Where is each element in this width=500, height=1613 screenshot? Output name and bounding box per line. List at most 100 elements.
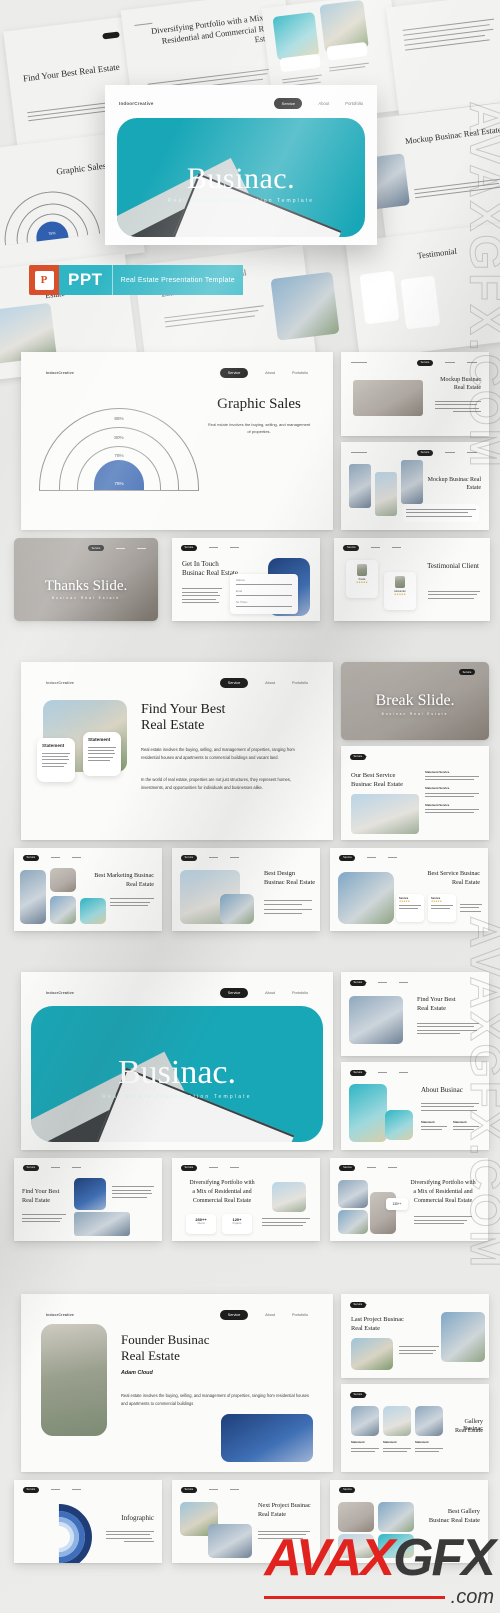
nav-item-service[interactable]: Service	[180, 854, 197, 861]
about-photo-2	[385, 1110, 413, 1140]
gallery-photo-3	[415, 1406, 443, 1436]
nav-logo: IndoorCreative	[45, 990, 75, 995]
slide-title-2: Real Estate	[351, 1325, 380, 1332]
founder-name: Adam Cloud	[121, 1370, 153, 1376]
gallery-photo-1	[338, 1502, 374, 1532]
slide-title-2: Businac Real Estate	[428, 1517, 480, 1524]
mockup-image	[353, 380, 423, 416]
nav-item-service[interactable]: Service	[417, 359, 433, 366]
form-field-address[interactable]: Address	[236, 579, 292, 582]
gallery-caption-3: Statement	[415, 1440, 429, 1444]
cover-title: Businac.	[117, 1054, 237, 1091]
nav-item-about[interactable]: About	[265, 1313, 275, 1317]
nav-item-service[interactable]: Service	[349, 753, 366, 760]
nav-item-service[interactable]: Service	[349, 979, 366, 986]
nav-item-portofolio[interactable]: Portofolio	[292, 1313, 308, 1317]
nav-item-service[interactable]: Service	[339, 1164, 356, 1171]
nav-item-service[interactable]: Service	[220, 367, 249, 378]
slide-nav: Service	[88, 545, 150, 551]
slide-title: Find Your Best	[141, 702, 226, 717]
contact-form-card: Address Email No. Phone	[230, 574, 298, 614]
founder-portrait	[41, 1324, 107, 1436]
slide-title-2: Real Estate	[22, 1197, 51, 1204]
nav-item-service[interactable]: Service	[417, 449, 433, 456]
nav-item-portofolio[interactable]: Portofolio	[292, 991, 308, 995]
break-title: Break Slide.	[375, 692, 455, 709]
slide-nav: Service	[180, 854, 243, 861]
nav-item-about[interactable]: About	[318, 101, 329, 106]
avaxgfx-logo: AVAXGFX .com	[264, 1532, 496, 1607]
hero-slide: IndoorCreative Service About Portofolio …	[105, 85, 377, 245]
nav-item-service[interactable]: Service	[22, 854, 39, 861]
nav-item-service[interactable]: Service	[349, 1301, 366, 1308]
format-label: PPT	[59, 265, 112, 295]
slide-nav: IndoorCreative Service About Portofolio	[46, 677, 308, 688]
graphic-sales-chart: 85% 80% 78% 75%	[39, 394, 199, 504]
nav-item-service[interactable]: Service	[22, 1486, 39, 1493]
nav-links: Service About Portofolio	[274, 97, 363, 109]
slide-title: Next Project Businac	[258, 1502, 311, 1509]
nav-item-service[interactable]: Service	[180, 1164, 197, 1171]
nav-item-portofolio[interactable]: Portofolio	[292, 681, 308, 685]
form-field-phone[interactable]: No. Phone	[236, 601, 292, 604]
slide-title: Get In Touch	[182, 560, 219, 568]
project-photo-2	[441, 1312, 485, 1362]
format-badge: P PPT Real Estate Presentation Template	[29, 265, 243, 295]
phone-mockup-2	[375, 472, 397, 516]
nav-item-about[interactable]: About	[265, 681, 275, 685]
gallery-photo-2	[50, 868, 76, 892]
slide-nav: Service	[22, 1164, 85, 1171]
nav-links: Service About Portofolio	[220, 677, 308, 688]
slide-about-businac: Service About Businac Statement Statemen…	[341, 1062, 489, 1150]
stat-card-1: 230++ Clients	[186, 1214, 216, 1234]
nav-item-service[interactable]: Service	[274, 97, 303, 109]
nav-item-service[interactable]: Service	[180, 1486, 197, 1493]
about-photo-1	[349, 1084, 387, 1142]
chart-label-80: 80%	[114, 435, 124, 440]
hero-teal-panel: Businac. Real Estate Presentation Templa…	[117, 118, 365, 237]
gallery-caption-2: Statement	[383, 1440, 397, 1444]
building-photo	[349, 996, 403, 1044]
nav-item-service[interactable]: Service	[220, 987, 249, 998]
nav-item-service[interactable]: Service	[349, 1069, 366, 1076]
nav-item-about[interactable]: About	[265, 991, 275, 995]
nav-item-service[interactable]: Service	[22, 1164, 39, 1171]
hero-title: Businac.	[186, 162, 296, 195]
hero-subtitle: Real Estate Presentation Template	[167, 198, 315, 204]
slide-title-3: Commercial Real Estate	[413, 1198, 473, 1204]
nav-item-service[interactable]: Service	[339, 854, 356, 861]
nav-item-service[interactable]: Service	[339, 1486, 356, 1493]
nav-links: Service About Portofolio	[220, 987, 308, 998]
nav-item-about[interactable]: About	[265, 371, 275, 375]
service-item-2: Statement Service	[425, 786, 450, 791]
nav-item-service[interactable]: Service	[180, 544, 197, 551]
slide-find-your-best: IndoorCreative Service About Portofolio …	[21, 662, 333, 840]
nav-item-portofolio[interactable]: Portofolio	[345, 101, 363, 106]
slide-title: Best Design	[264, 870, 296, 877]
gallery-photo-3	[50, 896, 76, 924]
slide-title: Find Your Best	[22, 1188, 60, 1195]
gallery-photo-1	[351, 1406, 379, 1436]
about-stat-2: Statement	[453, 1120, 467, 1124]
slide-our-best-service: Service Our Best Service Businac Real Es…	[341, 746, 489, 840]
project-photo-1	[351, 1338, 393, 1370]
slide-title-2: Real Estate	[121, 1348, 180, 1363]
hero-slide-nav: IndoorCreative Service About Portofolio	[119, 97, 363, 109]
nav-item-service[interactable]: Service	[349, 1391, 366, 1398]
nav-item-service[interactable]: Service	[88, 545, 104, 551]
nav-item-service[interactable]: Service	[459, 669, 475, 675]
project-photo-2	[208, 1524, 252, 1558]
slide-mockup-1: Service Mockup Businac Real Estate	[341, 352, 489, 436]
testimonial-stars: ★★★★★	[394, 593, 406, 596]
nav-item-service[interactable]: Service	[220, 1309, 249, 1320]
break-subtitle: Businac Real Estate	[381, 712, 449, 716]
form-field-email[interactable]: Email	[236, 590, 292, 593]
nav-item-service[interactable]: Service	[220, 677, 249, 688]
slide-title: Find Your Best	[417, 996, 456, 1003]
service-card-1: Service ★★★★★	[396, 894, 424, 922]
gallery-photo-4	[80, 898, 106, 924]
slide-testimonial: Service Paula ★★★★★ Alexander ★★★★★ Test…	[334, 538, 490, 621]
slide-nav: Service	[417, 449, 481, 456]
nav-item-portofolio[interactable]: Portofolio	[292, 371, 308, 375]
nav-item-service[interactable]: Service	[343, 544, 360, 551]
